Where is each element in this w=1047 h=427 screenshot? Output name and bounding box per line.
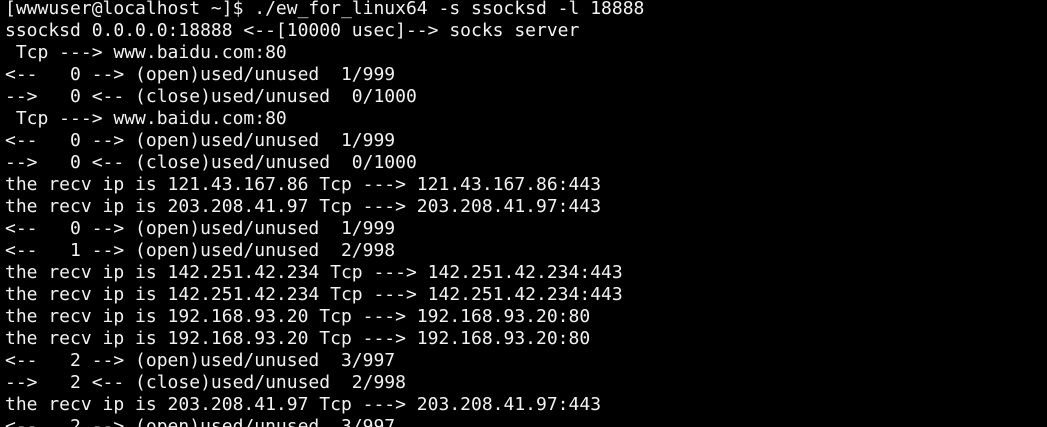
terminal-output: [wwwuser@localhost ~]$ ./ew_for_linux64 … — [5, 0, 1047, 427]
terminal-line: --> 2 <-- (close)used/unused 2/998 — [5, 372, 406, 393]
terminal-line: Tcp ---> www.baidu.com:80 — [5, 42, 287, 63]
terminal-line: <-- 1 --> (open)used/unused 2/998 — [5, 240, 396, 261]
terminal-line: ssocksd 0.0.0.0:18888 <--[10000 usec]-->… — [5, 20, 580, 41]
terminal-window[interactable]: [wwwuser@localhost ~]$ ./ew_for_linux64 … — [0, 0, 1047, 427]
terminal-line: the recv ip is 192.168.93.20 Tcp ---> 19… — [5, 328, 591, 349]
terminal-line: <-- 2 --> (open)used/unused 3/997 — [5, 350, 396, 371]
terminal-line: <-- 0 --> (open)used/unused 1/999 — [5, 218, 396, 239]
terminal-line: the recv ip is 203.208.41.97 Tcp ---> 20… — [5, 196, 602, 217]
terminal-line: <-- 0 --> (open)used/unused 1/999 — [5, 64, 396, 85]
terminal-line: Tcp ---> www.baidu.com:80 — [5, 108, 287, 129]
terminal-line: the recv ip is 192.168.93.20 Tcp ---> 19… — [5, 306, 591, 327]
terminal-line: --> 0 <-- (close)used/unused 0/1000 — [5, 152, 417, 173]
terminal-line: the recv ip is 121.43.167.86 Tcp ---> 12… — [5, 174, 602, 195]
terminal-line: the recv ip is 203.208.41.97 Tcp ---> 20… — [5, 394, 602, 415]
terminal-line: <-- 0 --> (open)used/unused 1/999 — [5, 130, 396, 151]
terminal-line: the recv ip is 142.251.42.234 Tcp ---> 1… — [5, 284, 623, 305]
terminal-line: the recv ip is 142.251.42.234 Tcp ---> 1… — [5, 262, 623, 283]
terminal-line-prompt: [wwwuser@localhost ~]$ ./ew_for_linux64 … — [5, 0, 645, 19]
terminal-line: <-- 2 --> (open)used/unused 3/997 — [5, 416, 396, 427]
terminal-line: --> 0 <-- (close)used/unused 0/1000 — [5, 86, 417, 107]
